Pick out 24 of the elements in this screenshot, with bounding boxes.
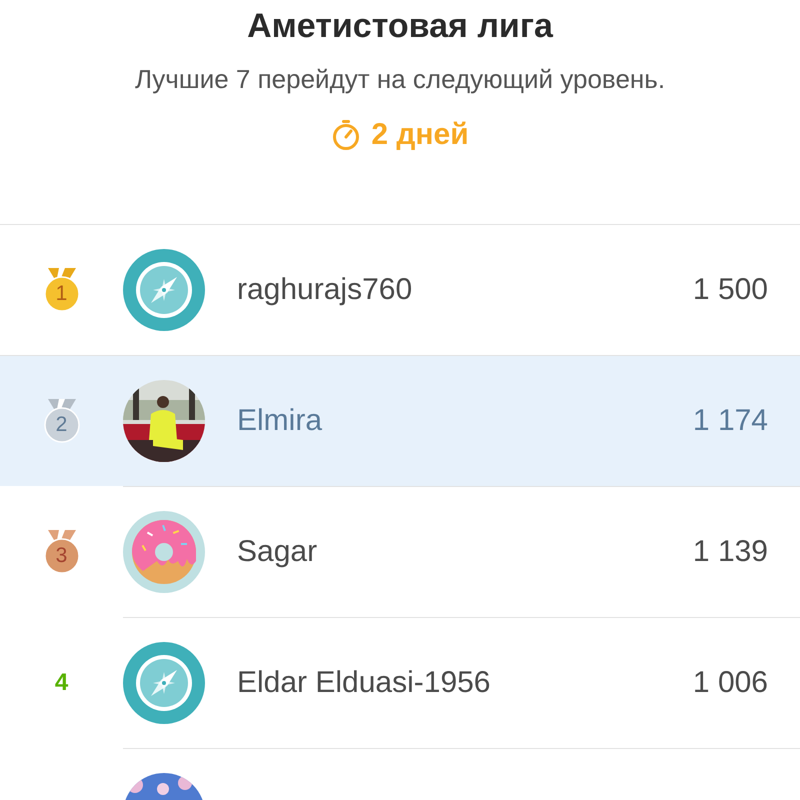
points: 1 006: [692, 666, 768, 700]
rank-number: 3: [54, 544, 68, 568]
rank-number: 1: [54, 282, 68, 306]
compass-avatar-icon: [123, 642, 205, 724]
leaderboard-row[interactable]: 3 Sagar 1 139: [0, 486, 800, 617]
compass-avatar-icon: [123, 248, 205, 330]
league-title: Аметистовая лига: [247, 6, 553, 47]
stopwatch-icon: [331, 119, 362, 151]
points: 1 500: [692, 272, 768, 306]
user-name: Sagar: [237, 534, 318, 568]
user-name: Eldar Elduasi-1956: [237, 666, 492, 700]
leaderboard-row[interactable]: 1 raghurajs760 1 500: [0, 224, 800, 355]
rank-number: 4: [54, 668, 68, 696]
rank-number: 2: [54, 412, 68, 436]
user-name: Elmira: [237, 404, 324, 438]
promotion-note: Лучшие 7 перейдут на следующий уровень.: [134, 63, 666, 96]
leaderboard-row[interactable]: 4 Eldar Elduasi-1956 1 006: [0, 617, 800, 748]
points: 1 139: [692, 534, 768, 568]
donut-avatar-icon: [123, 510, 205, 592]
leaderboard-row[interactable]: 2 Elmira 1 174: [0, 355, 800, 486]
user-name: raghurajs760: [237, 272, 414, 306]
medal-icon: [42, 396, 82, 444]
points: 1 174: [692, 404, 768, 438]
time-remaining: 2 дней: [371, 118, 469, 152]
